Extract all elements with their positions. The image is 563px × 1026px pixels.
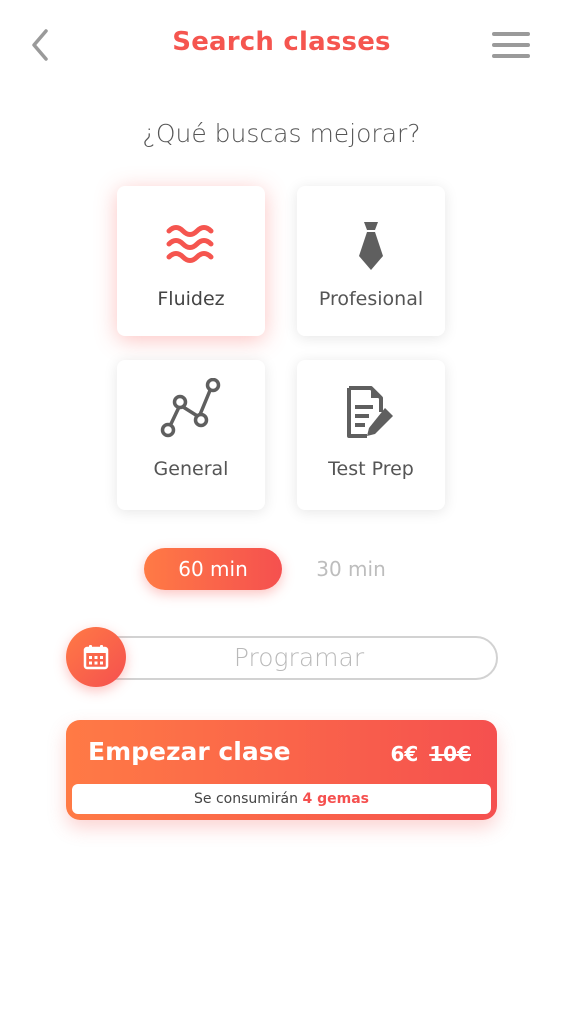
gems-count: 4 gemas <box>302 791 369 807</box>
price: 6€ 10€ <box>390 742 471 766</box>
calendar-icon <box>83 645 109 670</box>
hamburger-menu-icon <box>492 32 530 36</box>
goal-card-general[interactable]: General <box>117 360 265 510</box>
menu-button[interactable] <box>492 32 532 60</box>
goal-label: General <box>153 458 229 480</box>
goal-card-fluidez[interactable]: Fluidez <box>117 186 265 336</box>
schedule-input[interactable]: Programar <box>80 636 498 680</box>
old-price: 10€ <box>429 742 471 766</box>
gems-prefix: Se consumirán <box>194 791 299 807</box>
goal-label: Profesional <box>318 288 424 310</box>
goal-label: Test Prep <box>328 458 414 480</box>
start-class-label: Empezar clase <box>88 737 291 766</box>
goal-question: ¿Qué buscas mejorar? <box>142 119 421 148</box>
goal-card-test-prep[interactable]: Test Prep <box>297 360 445 510</box>
start-class-button[interactable]: Empezar clase 6€ 10€ Se consumirán 4 gem… <box>66 720 497 820</box>
header: Search classes <box>0 0 563 90</box>
document-edit-icon <box>347 386 393 438</box>
duration-30-button[interactable]: 30 min <box>282 548 420 590</box>
gems-info: Se consumirán 4 gemas <box>72 784 491 814</box>
current-price: 6€ <box>390 742 419 766</box>
goal-card-profesional[interactable]: Profesional <box>297 186 445 336</box>
tie-icon <box>359 222 383 270</box>
schedule-placeholder: Programar <box>233 643 365 672</box>
line-chart-icon <box>160 378 221 438</box>
page-title: Search classes <box>172 27 391 57</box>
duration-60-button[interactable]: 60 min <box>144 548 282 590</box>
waves-icon <box>166 225 214 263</box>
calendar-button[interactable] <box>66 627 126 687</box>
goal-label: Fluidez <box>157 288 225 310</box>
